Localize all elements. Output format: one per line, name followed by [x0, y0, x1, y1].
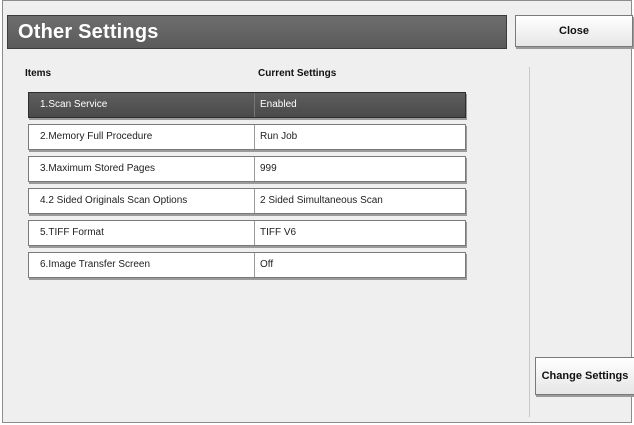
settings-panel: Other Settings Close Items Current Setti…: [2, 0, 634, 423]
settings-row-image-transfer-screen[interactable]: 6.Image Transfer Screen Off: [28, 252, 466, 278]
change-settings-button[interactable]: Change Settings: [535, 357, 634, 395]
setting-item-label: 2.Memory Full Procedure: [29, 125, 255, 149]
setting-item-label: 5.TIFF Format: [29, 221, 255, 245]
settings-row-maximum-stored-pages[interactable]: 3.Maximum Stored Pages 999: [28, 156, 466, 182]
items-column-header: Items: [25, 68, 52, 79]
settings-row-tiff-format[interactable]: 5.TIFF Format TIFF V6: [28, 220, 466, 246]
setting-item-label: 1.Scan Service: [29, 93, 255, 117]
settings-row-scan-service[interactable]: 1.Scan Service Enabled: [28, 92, 466, 118]
setting-current-value: 999: [260, 163, 277, 174]
setting-current-value: Enabled: [260, 99, 297, 110]
setting-item-label: 3.Maximum Stored Pages: [29, 157, 255, 181]
close-button[interactable]: Close: [515, 15, 633, 47]
settings-list: 1.Scan Service Enabled 2.Memory Full Pro…: [28, 92, 466, 284]
setting-item-label: 6.Image Transfer Screen: [29, 253, 255, 277]
setting-current-value: 2 Sided Simultaneous Scan: [260, 195, 383, 206]
settings-row-memory-full-procedure[interactable]: 2.Memory Full Procedure Run Job: [28, 124, 466, 150]
panel-divider: [529, 67, 530, 417]
settings-row-2-sided-originals-scan-options[interactable]: 4.2 Sided Originals Scan Options 2 Sided…: [28, 188, 466, 214]
current-settings-column-header: Current Settings: [258, 68, 337, 79]
page-title: Other Settings: [18, 21, 159, 43]
title-bar: Other Settings: [7, 15, 507, 49]
setting-item-label: 4.2 Sided Originals Scan Options: [29, 189, 255, 213]
setting-current-value: Run Job: [260, 131, 298, 142]
setting-current-value: Off: [260, 259, 274, 270]
setting-current-value: TIFF V6: [260, 227, 297, 238]
